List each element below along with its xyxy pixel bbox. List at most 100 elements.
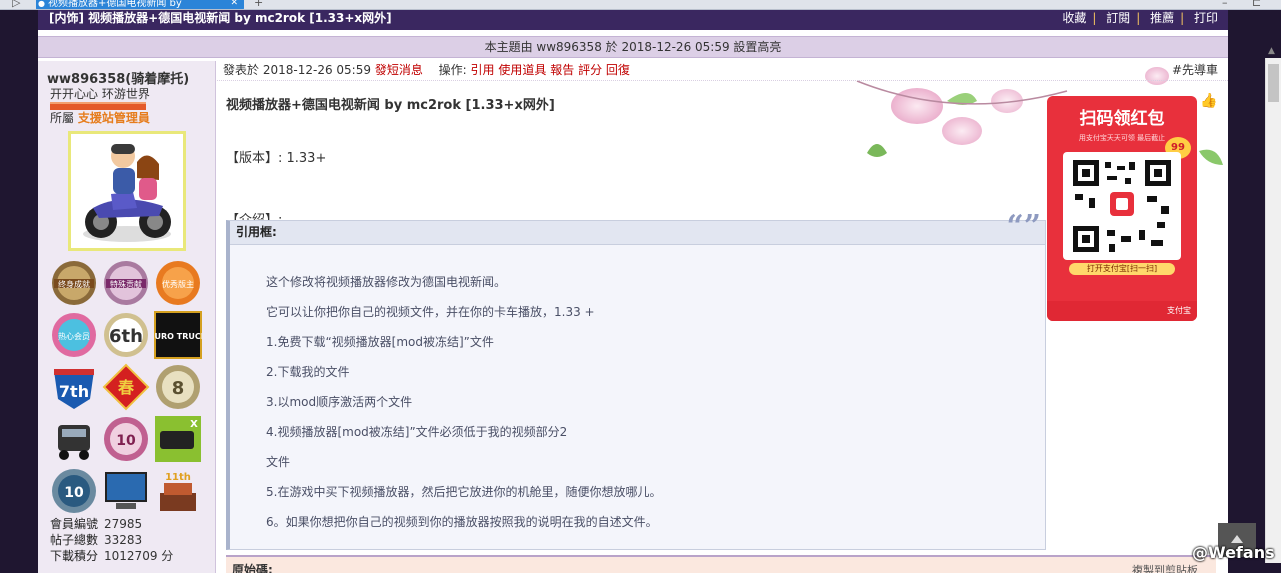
rate-link[interactable]: 評分 bbox=[578, 63, 602, 77]
medal-6th-anniversary-icon[interactable]: 6th bbox=[102, 311, 150, 359]
highlight-notice: 本主題由 ww896358 於 2018-12-26 05:59 設置高亮 bbox=[38, 36, 1228, 58]
medal-11th-cake-icon[interactable]: 11th bbox=[154, 467, 202, 515]
stat-row: 下載積分 1012709 分 bbox=[50, 548, 173, 564]
stat-value: 33283 bbox=[104, 533, 143, 547]
medal-computer-icon[interactable] bbox=[102, 467, 150, 515]
medal-text: 7th bbox=[59, 382, 89, 401]
medal-7th-anniversary-icon[interactable]: 7th bbox=[50, 363, 98, 411]
username[interactable]: ww896358(骑着摩托) bbox=[38, 61, 215, 87]
quote-line: 4.视频播放器[mod被冻结]”文件必须低于我的视频部分2 bbox=[266, 425, 568, 439]
medal-text: 特殊贡献 bbox=[110, 279, 142, 289]
source-code-box: 原始碼: 複製到剪貼板 bbox=[226, 555, 1216, 573]
medal-text: 11th bbox=[165, 472, 191, 483]
stat-label: 會員編號 bbox=[50, 517, 99, 531]
topic-actions: 收藏 | 訂閱 | 推薦 | 打印 bbox=[1062, 10, 1218, 26]
posted-time: 2018-12-26 05:59 bbox=[262, 63, 371, 77]
copy-to-clipboard-link[interactable]: 複製到剪貼板 bbox=[1132, 562, 1198, 573]
user-signature: 开开心心 环游世界 bbox=[50, 87, 150, 101]
user-profile-pane: ww896358(骑着摩托) 开开心心 环游世界 所屬 支援站管理員 终身成就 … bbox=[38, 61, 216, 573]
new-tab-icon[interactable]: + bbox=[254, 0, 263, 9]
quote-line: 它可以让你把你自己的视频文件，并在你的卡车播放，1.33 + bbox=[266, 305, 595, 319]
medal-text: 8 bbox=[172, 378, 185, 399]
page-scrollbar[interactable]: ▲ bbox=[1265, 46, 1281, 563]
send-message-link[interactable]: 發短消息 bbox=[375, 63, 423, 77]
report-link[interactable]: 報告 bbox=[550, 63, 574, 77]
browser-tab-strip: ▷ ● 视频播放器+德国电视新闻 by ✕ + – ⊏ bbox=[0, 0, 1281, 10]
medal-text: 10 bbox=[64, 485, 84, 501]
ad-footer: 支付宝 bbox=[1047, 301, 1197, 321]
medal-text: 春 bbox=[117, 378, 135, 397]
recommend-link[interactable]: 推薦 bbox=[1150, 11, 1174, 25]
quote-line: 5.在游戏中买下视频播放器，然后把它放进你的机舱里，随便你想放哪儿。 bbox=[266, 485, 662, 499]
back-icon[interactable]: ▷ bbox=[12, 0, 20, 9]
red-packet-ad[interactable]: 扫码领红包 用支付宝天天可领 最后截止 99 打开支付宝[扫一扫] 支付宝 bbox=[1047, 96, 1197, 321]
stat-value: 1012709 分 bbox=[104, 549, 174, 563]
medal-spring-icon[interactable]: 春 bbox=[102, 363, 150, 411]
quote-line: 1.免费下载“视频播放器[mod被冻结]”文件 bbox=[266, 335, 494, 349]
quote-line: 这个修改将视频播放器修改为德国电视新闻。 bbox=[266, 275, 507, 289]
open-alipay-button[interactable]: 打开支付宝[扫一扫] bbox=[1069, 263, 1175, 275]
user-group: 所屬 支援站管理員 bbox=[38, 110, 215, 126]
qr-code-icon bbox=[1063, 152, 1181, 260]
version-line: 【版本】: 1.33+ bbox=[226, 151, 327, 166]
quote-box: 引用框: “” 这个修改将视频播放器修改为德国电视新闻。 它可以让你把你自己的视… bbox=[226, 212, 1046, 550]
minimize-icon[interactable]: – bbox=[1222, 0, 1228, 9]
browser-tab-active[interactable]: ● 视频播放器+德国电视新闻 by ✕ bbox=[36, 0, 244, 9]
stat-label: 下載積分 bbox=[50, 549, 99, 563]
medal-10th-anniversary-blue-icon[interactable]: 10 bbox=[50, 467, 98, 515]
scroll-up-icon[interactable]: ▲ bbox=[1268, 46, 1275, 56]
posted-label: 發表於 bbox=[223, 63, 260, 77]
medal-special-contribution-icon[interactable]: 特殊贡献 bbox=[102, 259, 150, 307]
quote-header: 引用框: “” bbox=[230, 212, 1045, 245]
quote-header-label: 引用框: bbox=[236, 225, 277, 239]
stat-value: 27985 bbox=[104, 517, 143, 531]
medal-euro-truck-icon[interactable]: EURO TRUCK bbox=[149, 311, 208, 359]
post-meta-bar: 發表於 2018-12-26 05:59 發短消息 操作: 引用 使用道具 報告… bbox=[217, 61, 1228, 81]
topic-title: [内饰] 视频播放器+德国电视新闻 by mc2rok [1.33+x网外] bbox=[49, 11, 392, 25]
medal-lifetime-achievement-icon[interactable]: 终身成就 bbox=[50, 259, 98, 307]
medal-excellent-moderator-icon[interactable]: 优秀版主 bbox=[154, 259, 202, 307]
floor-number[interactable]: #先導車 bbox=[1172, 61, 1218, 79]
post-title: 视频播放器+德国电视新闻 by mc2rok [1.33+x网外] bbox=[226, 98, 555, 113]
quote-line: 2.下载我的文件 bbox=[266, 365, 350, 379]
scrollbar-thumb[interactable] bbox=[1268, 64, 1279, 102]
avatar[interactable] bbox=[68, 131, 186, 251]
medal-enthusiastic-member-icon[interactable]: 热心会员 bbox=[50, 311, 98, 359]
subscribe-link[interactable]: 訂閱 bbox=[1106, 11, 1130, 25]
reply-link[interactable]: 回復 bbox=[606, 63, 630, 77]
medal-10th-anniversary-pink-icon[interactable]: 10 bbox=[102, 415, 150, 463]
stat-row: 會員編號 27985 bbox=[50, 516, 173, 532]
medal-text: EURO TRUCK bbox=[154, 332, 202, 341]
favorite-link[interactable]: 收藏 bbox=[1062, 11, 1086, 25]
browser-tab-title: 视频播放器+德国电视新闻 by bbox=[48, 0, 182, 9]
medal-truck-icon[interactable] bbox=[50, 415, 98, 463]
stat-label: 帖子總數 bbox=[50, 533, 99, 547]
medal-8th-anniversary-icon[interactable]: 8 bbox=[154, 363, 202, 411]
separator: | bbox=[1136, 11, 1141, 25]
separator: | bbox=[1092, 11, 1097, 25]
alipay-brand: 支付宝 bbox=[1167, 306, 1191, 315]
use-item-link[interactable]: 使用道具 bbox=[498, 63, 546, 77]
favicon-icon: ● bbox=[38, 0, 45, 8]
medal-text: 终身成就 bbox=[58, 279, 90, 289]
thumbs-up-icon[interactable]: 👍 bbox=[1200, 93, 1217, 109]
group-name[interactable]: 支援站管理員 bbox=[78, 111, 150, 125]
watermark: @Wefans bbox=[1192, 543, 1275, 562]
print-link[interactable]: 打印 bbox=[1194, 11, 1218, 25]
separator: | bbox=[1180, 11, 1185, 25]
medal-text: X bbox=[190, 419, 198, 430]
stat-row: 帖子總數 33283 bbox=[50, 532, 173, 548]
group-label: 所屬 bbox=[50, 111, 75, 125]
user-level-bar bbox=[50, 102, 146, 110]
close-tab-icon[interactable]: ✕ bbox=[230, 0, 238, 8]
topic-title-bar: [内饰] 视频播放器+德国电视新闻 by mc2rok [1.33+x网外] 收… bbox=[38, 10, 1228, 30]
medal-text: 热心会员 bbox=[58, 331, 90, 341]
quote-link[interactable]: 引用 bbox=[471, 63, 495, 77]
medal-text: 10 bbox=[116, 433, 136, 449]
quote-line: 6。如果你想把你自己的视频到你的播放器按照我的说明在我的自述文件。 bbox=[266, 515, 658, 529]
medal-bus-icon[interactable]: X bbox=[154, 415, 202, 463]
user-stats: 會員編號 27985 帖子總數 33283 下載積分 1012709 分 bbox=[50, 516, 173, 564]
restore-icon[interactable]: ⊏ bbox=[1252, 0, 1261, 9]
quote-mark-icon: “” bbox=[1006, 209, 1041, 244]
medal-text: 优秀版主 bbox=[162, 279, 194, 289]
